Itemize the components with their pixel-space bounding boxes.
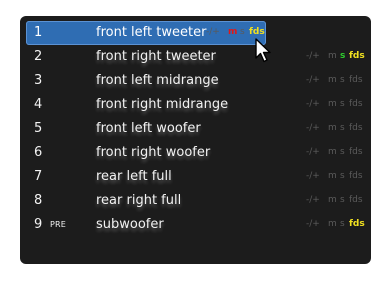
- invert-toggle[interactable]: -/+: [306, 219, 320, 229]
- invert-toggle[interactable]: -/+: [306, 195, 320, 205]
- channel-number: 9: [34, 217, 43, 232]
- invert-toggle[interactable]: -/+: [306, 99, 320, 109]
- invert-toggle[interactable]: -/+: [306, 147, 320, 157]
- solo-toggle[interactable]: s: [340, 51, 345, 61]
- channel-number: 3: [34, 73, 43, 88]
- invert-toggle[interactable]: -/+: [306, 51, 320, 61]
- channel-name: rear right full: [96, 193, 182, 208]
- channel-name: front left woofer: [96, 121, 201, 136]
- invert-toggle[interactable]: -/+: [306, 171, 320, 181]
- channel-flags: -/+ m s fds: [302, 99, 366, 113]
- mute-toggle[interactable]: m: [228, 27, 237, 37]
- fds-toggle[interactable]: fds: [349, 123, 363, 133]
- mute-toggle[interactable]: m: [328, 123, 337, 133]
- channel-flags: -/+ m s fds: [302, 51, 366, 65]
- channel-number: 4: [34, 97, 43, 112]
- solo-toggle[interactable]: s: [340, 219, 345, 229]
- channel-row[interactable]: 2 front right tweeter -/+ m s fds: [26, 45, 366, 69]
- channel-number: 2: [34, 49, 43, 64]
- mute-toggle[interactable]: m: [328, 147, 337, 157]
- solo-toggle[interactable]: s: [340, 171, 345, 181]
- fds-toggle[interactable]: fds: [349, 171, 363, 181]
- mute-toggle[interactable]: m: [328, 99, 337, 109]
- solo-toggle[interactable]: s: [340, 147, 345, 157]
- channel-flags: -/+ m s fds: [302, 219, 366, 233]
- mute-toggle[interactable]: m: [328, 51, 337, 61]
- channel-name: front right midrange: [96, 97, 229, 112]
- mute-toggle[interactable]: m: [328, 219, 337, 229]
- channel-name: front right tweeter: [96, 49, 216, 64]
- solo-toggle[interactable]: s: [340, 99, 345, 109]
- fds-toggle[interactable]: fds: [349, 51, 365, 61]
- channel-flags: -/+ m s fds: [302, 195, 366, 209]
- channel-name: rear left full: [96, 169, 172, 184]
- channel-name: subwoofer: [96, 217, 164, 232]
- invert-toggle[interactable]: -/+: [306, 123, 320, 133]
- solo-toggle[interactable]: s: [240, 27, 245, 37]
- fds-toggle[interactable]: fds: [349, 147, 363, 157]
- channel-list-panel: 1 front left tweeter -/+ m s fds 2 front right …: [20, 16, 371, 264]
- invert-toggle[interactable]: -/+: [206, 27, 220, 37]
- channel-flags: -/+ m s fds: [302, 75, 366, 89]
- channel-flags: -/+ m s fds: [302, 147, 366, 161]
- fds-toggle[interactable]: fds: [349, 195, 363, 205]
- channel-name: front right woofer: [96, 145, 211, 160]
- channel-number: 5: [34, 121, 43, 136]
- channel-number: 7: [34, 169, 43, 184]
- channel-row[interactable]: 5 front left woofer -/+ m s fds: [26, 117, 366, 141]
- channel-name: front left tweeter: [96, 25, 207, 40]
- mute-toggle[interactable]: m: [328, 75, 337, 85]
- channel-number: 1: [34, 25, 43, 40]
- channel-row[interactable]: 3 front left midrange -/+ m s fds: [26, 69, 366, 93]
- fds-toggle[interactable]: fds: [349, 75, 363, 85]
- channel-row[interactable]: 1 front left tweeter -/+ m s fds: [26, 21, 266, 45]
- channel-row[interactable]: 7 rear left full -/+ m s fds: [26, 165, 366, 189]
- solo-toggle[interactable]: s: [340, 123, 345, 133]
- fds-toggle[interactable]: fds: [349, 99, 363, 109]
- fds-toggle[interactable]: fds: [349, 219, 365, 229]
- channel-row[interactable]: 6 front right woofer -/+ m s fds: [26, 141, 366, 165]
- channel-number: 6: [34, 145, 43, 160]
- solo-toggle[interactable]: s: [340, 75, 345, 85]
- channel-row[interactable]: 8 rear right full -/+ m s fds: [26, 189, 366, 213]
- invert-toggle[interactable]: -/+: [306, 75, 320, 85]
- mute-toggle[interactable]: m: [328, 171, 337, 181]
- channel-row[interactable]: 9 PRE subwoofer -/+ m s fds: [26, 213, 366, 237]
- channel-row[interactable]: 4 front right midrange -/+ m s fds: [26, 93, 366, 117]
- channel-number: 8: [34, 193, 43, 208]
- arrow-pointer-icon: [255, 38, 271, 63]
- pre-badge: PRE: [50, 220, 67, 229]
- channel-flags: -/+ m s fds: [302, 171, 366, 185]
- mute-toggle[interactable]: m: [328, 195, 337, 205]
- solo-toggle[interactable]: s: [340, 195, 345, 205]
- channel-flags: -/+ m s fds: [302, 123, 366, 137]
- channel-name: front left midrange: [96, 73, 219, 88]
- fds-toggle[interactable]: fds: [249, 27, 265, 37]
